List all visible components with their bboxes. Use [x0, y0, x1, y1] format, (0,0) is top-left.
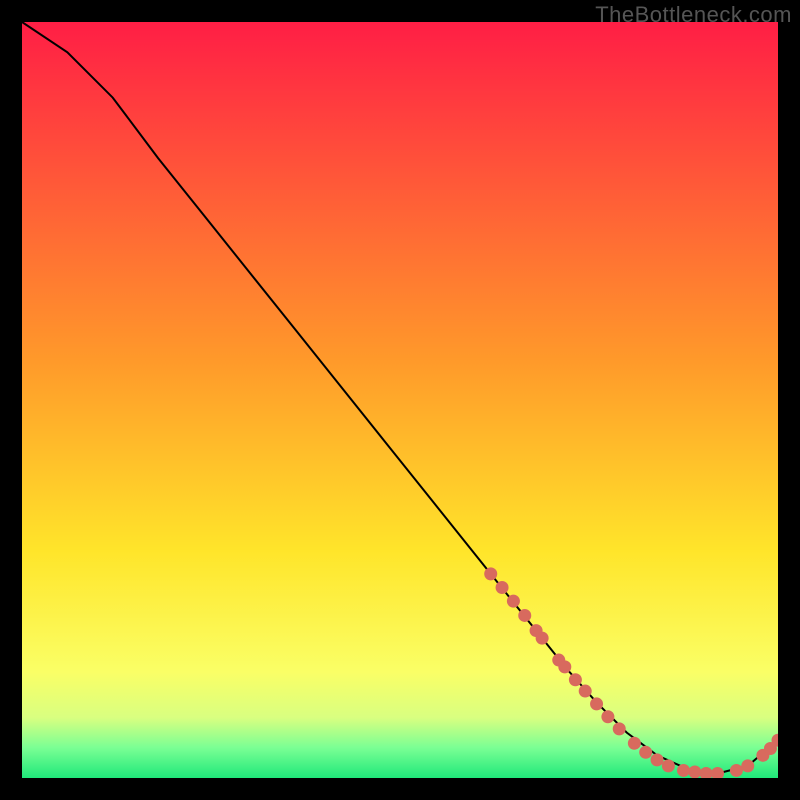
- marker-dot: [496, 581, 509, 594]
- marker-dot: [507, 595, 520, 608]
- marker-dot: [484, 567, 497, 580]
- marker-dot: [700, 767, 713, 778]
- bottleneck-curve: [22, 22, 778, 773]
- plot-area: [22, 22, 778, 778]
- marker-dot: [730, 764, 743, 777]
- marker-dot: [536, 632, 549, 645]
- marker-dot: [741, 759, 754, 772]
- marker-dot: [677, 764, 690, 777]
- marker-dot: [569, 673, 582, 686]
- marker-dot: [651, 753, 664, 766]
- marker-dot: [711, 767, 724, 778]
- marker-dot: [639, 746, 652, 759]
- marker-dot: [579, 685, 592, 698]
- marker-dot: [558, 660, 571, 673]
- marker-dot: [590, 697, 603, 710]
- marker-dot: [518, 609, 531, 622]
- marker-dot: [628, 737, 641, 750]
- marker-dot: [688, 765, 701, 778]
- chart-overlay: [22, 22, 778, 778]
- watermark-text: TheBottleneck.com: [595, 2, 792, 28]
- marker-dot: [613, 722, 626, 735]
- marker-dots: [484, 567, 778, 778]
- marker-dot: [662, 759, 675, 772]
- marker-dot: [601, 710, 614, 723]
